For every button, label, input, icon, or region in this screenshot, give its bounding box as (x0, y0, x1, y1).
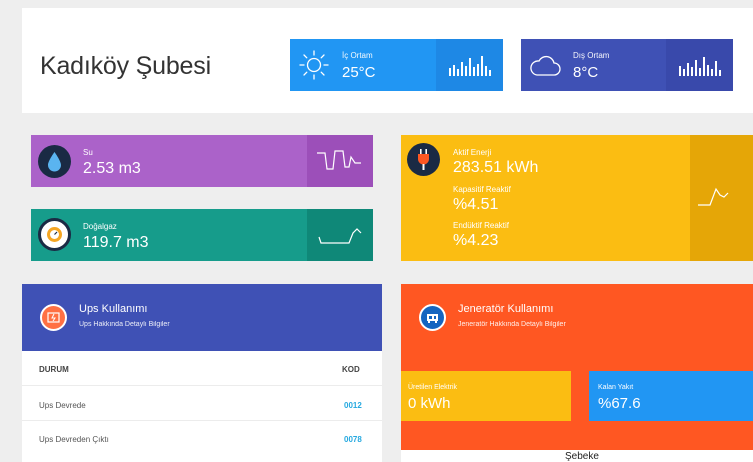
water-tile[interactable]: Su 2.53 m3 (31, 135, 373, 187)
produced-electricity-value: 0 kWh (408, 395, 451, 412)
gas-meter-icon (47, 227, 62, 242)
sparkline-icon (698, 187, 729, 206)
capacitive-value: %4.51 (453, 196, 499, 213)
ups-header: Ups Kullanımı Ups Hakkında Detaylı Bilgi… (22, 284, 382, 351)
divider (22, 385, 382, 386)
remaining-fuel-card[interactable]: Kalan Yakıt %67.6 (589, 371, 753, 421)
gas-tile[interactable]: Doğalgaz 119.7 m3 (31, 209, 373, 261)
indoor-temperature: 25°C (342, 64, 376, 81)
indoor-weather-card[interactable]: İç Ortam 25°C (290, 39, 503, 91)
bar-chart-icon (679, 57, 721, 76)
remaining-fuel-label: Kalan Yakıt (598, 384, 634, 391)
produced-electricity-card[interactable]: Üretilen Elektrik 0 kWh (401, 371, 571, 421)
active-energy-value: 283.51 kWh (453, 159, 539, 176)
plug-icon (418, 149, 429, 170)
battery-icon (47, 312, 60, 323)
water-sparkline-panel (307, 135, 373, 187)
sun-icon (299, 50, 329, 80)
ups-row-status: Ups Devrede (39, 401, 86, 410)
divider (22, 420, 382, 421)
generator-panel: Jeneratör Kullanımı Jeneratör Hakkında D… (401, 284, 753, 462)
cloud-icon (530, 55, 561, 76)
generator-subtitle: Jeneratör Hakkında Detaylı Bilgiler (458, 321, 566, 328)
produced-electricity-label: Üretilen Elektrik (408, 384, 458, 391)
generator-title: Jeneratör Kullanımı (458, 303, 554, 315)
capacitive-label: Kapasitif Reaktif (453, 185, 511, 194)
water-drop-icon (48, 152, 61, 172)
grid-label: Şebeke (565, 451, 599, 462)
ups-row-status: Ups Devreden Çıktı (39, 435, 109, 444)
outdoor-bar-chart (666, 39, 733, 91)
outdoor-temperature: 8°C (573, 64, 599, 81)
page-title: Kadıköy Şubesi (40, 52, 211, 80)
ups-panel: Ups Kullanımı Ups Hakkında Detaylı Bilgi… (22, 284, 382, 462)
generator-icon-badge (419, 304, 446, 331)
energy-tile[interactable]: Aktif Enerji 283.51 kWh Kapasitif Reakti… (401, 135, 753, 261)
bar-chart-icon (449, 56, 491, 76)
inductive-value: %4.23 (453, 232, 499, 249)
ups-subtitle: Ups Hakkında Detaylı Bilgiler (79, 321, 170, 328)
sparkline-icon (317, 150, 361, 170)
ups-icon-badge (40, 304, 67, 331)
gas-label: Doğalgaz (83, 222, 117, 231)
ups-title: Ups Kullanımı (79, 303, 148, 315)
indoor-label: İç Ortam (342, 51, 373, 60)
energy-icon-badge (407, 143, 440, 176)
water-label: Su (83, 148, 93, 157)
water-value: 2.53 m3 (83, 160, 141, 177)
outdoor-label: Dış Ortam (573, 51, 610, 60)
remaining-fuel-value: %67.6 (598, 395, 641, 412)
ups-column-status: DURUM (39, 365, 69, 374)
outdoor-weather-card[interactable]: Dış Ortam 8°C (521, 39, 733, 91)
energy-sparkline-panel (690, 135, 753, 261)
active-energy-label: Aktif Enerji (453, 148, 492, 157)
gas-icon-badge (38, 218, 71, 251)
ups-row-code[interactable]: 0078 (344, 435, 362, 444)
water-icon-badge (38, 145, 71, 178)
sparkline-icon (318, 228, 362, 244)
indoor-bar-chart (436, 39, 503, 91)
generator-icon (427, 314, 438, 323)
gas-sparkline-panel (307, 209, 373, 261)
ups-row-code[interactable]: 0012 (344, 401, 362, 410)
gas-value: 119.7 m3 (83, 234, 149, 251)
inductive-label: Endüktif Reaktif (453, 221, 510, 230)
ups-column-code: KOD (342, 365, 360, 374)
